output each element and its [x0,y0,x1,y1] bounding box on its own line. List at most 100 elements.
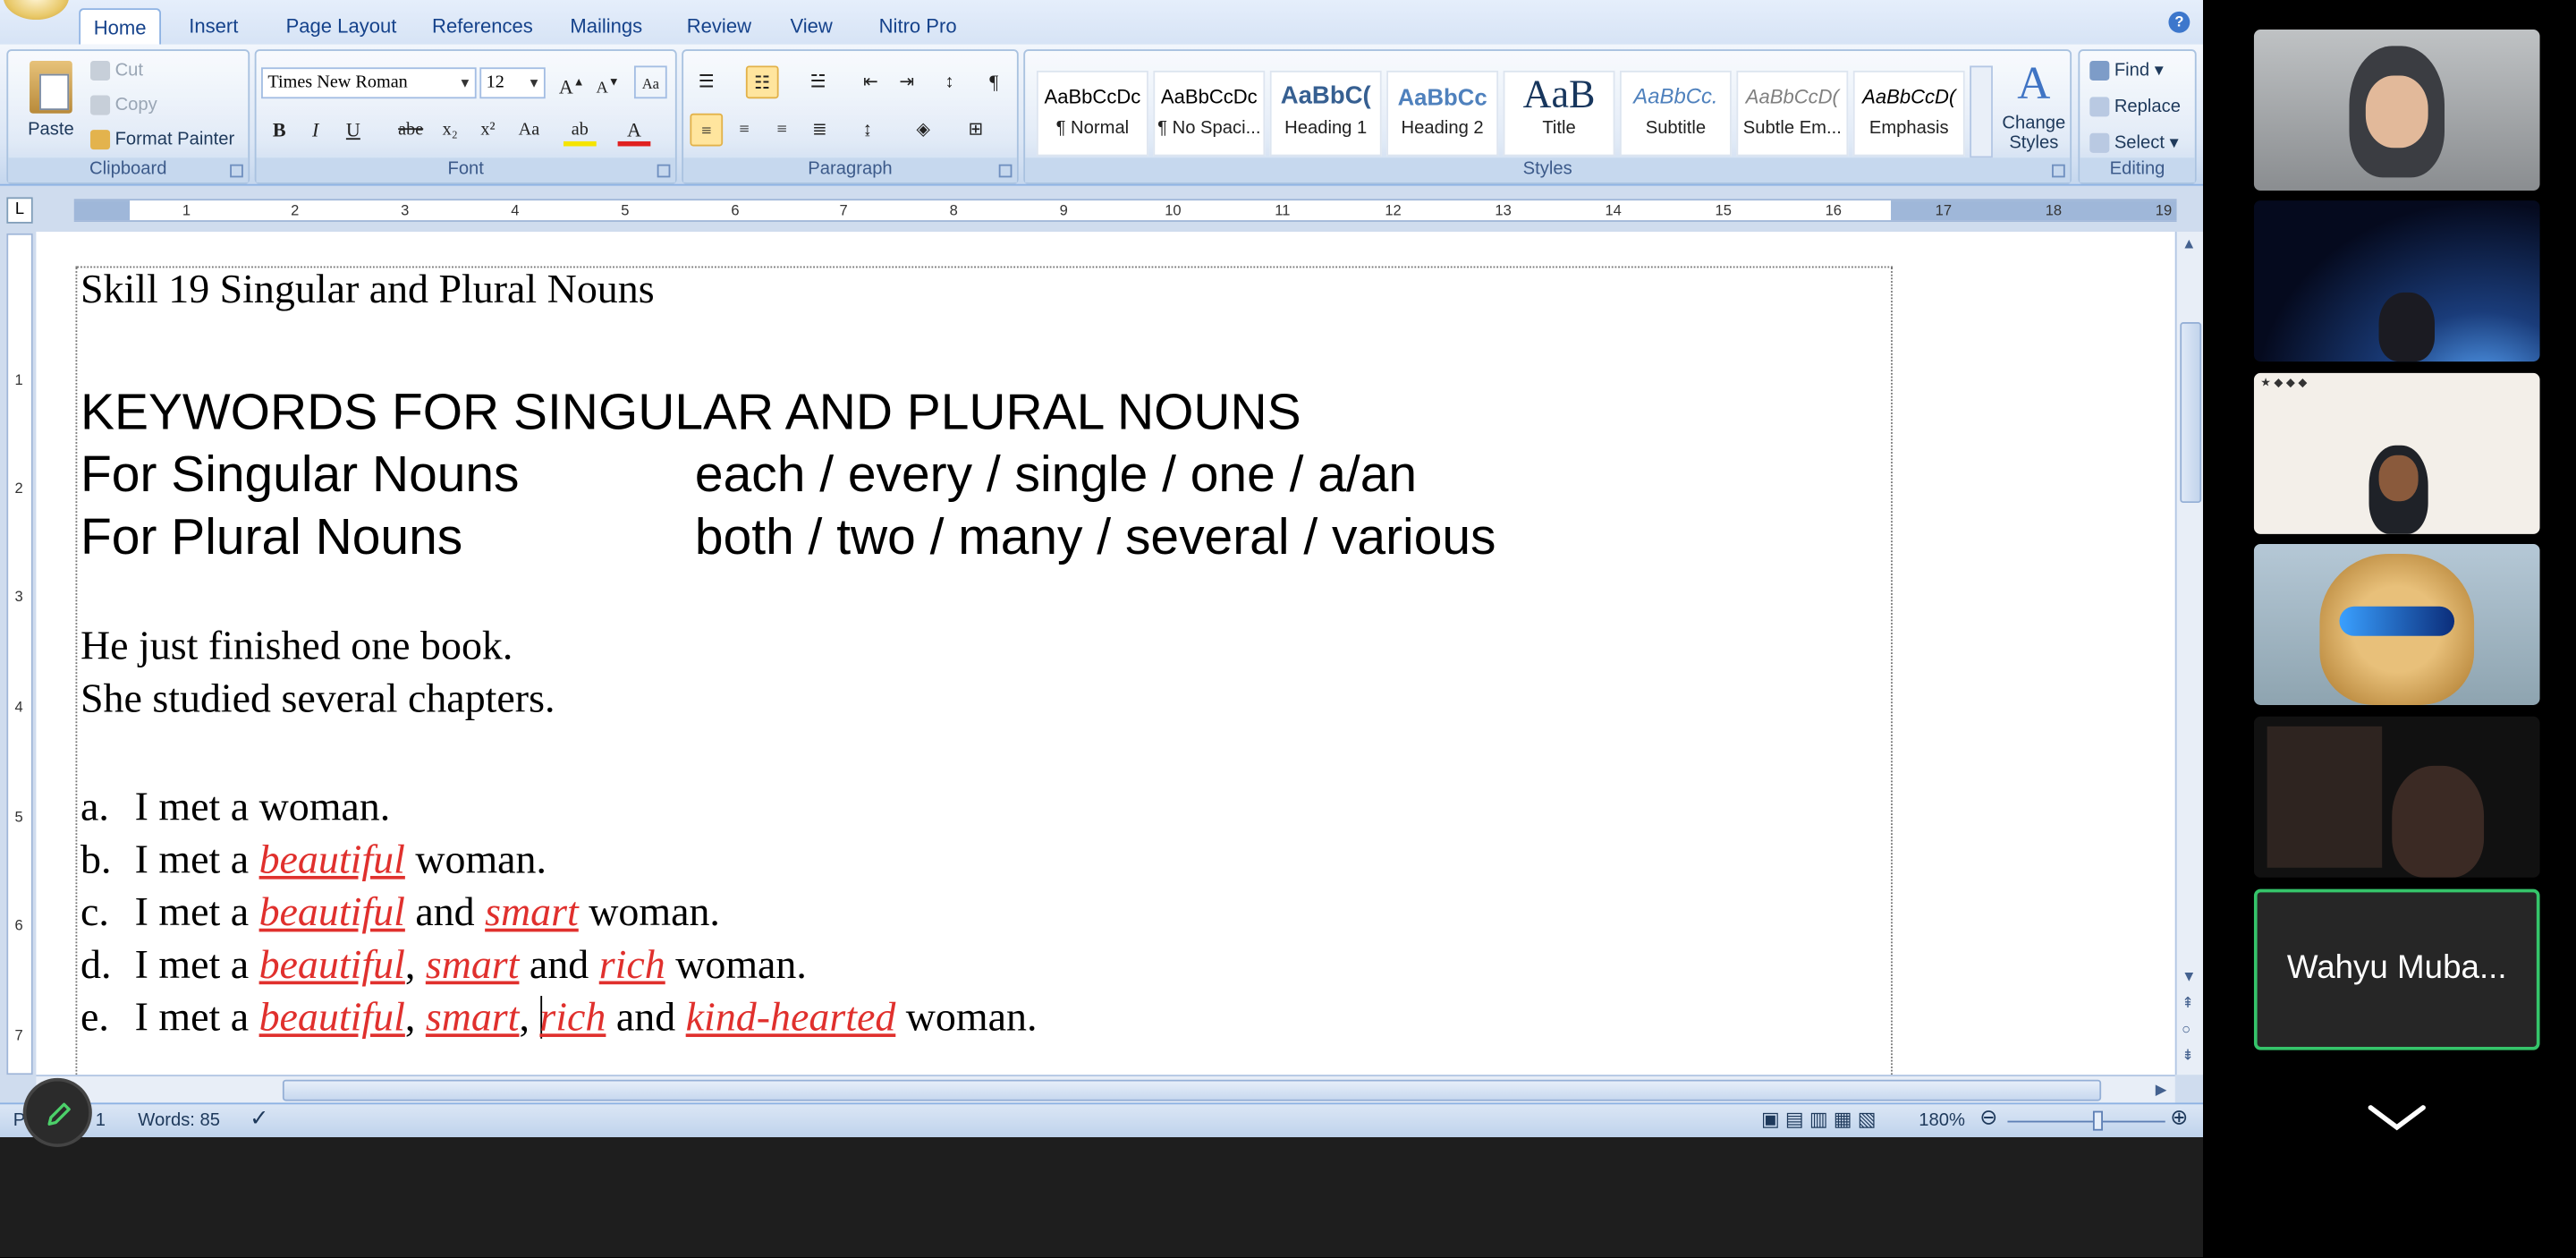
vertical-ruler[interactable]: 1 2 3 4 5 6 7 [6,233,33,1075]
strikethrough-icon[interactable]: abe [394,114,428,147]
style-subtitle[interactable]: AaBbCc. Subtitle [1619,70,1732,157]
superscript-icon[interactable]: x² [471,114,504,147]
align-left-icon[interactable]: ≡ [690,113,724,147]
paragraph-launcher-icon[interactable] [998,164,1013,178]
font-size-select[interactable]: 12 ▼ [479,67,546,99]
zoom-slider-thumb[interactable] [2092,1110,2103,1131]
clear-formatting-icon[interactable]: Aa [633,65,667,99]
tab-references[interactable]: References [419,8,546,44]
clipboard-launcher-icon[interactable] [230,164,243,178]
italic-icon[interactable]: I [299,114,332,147]
tab-view[interactable]: View [777,8,846,44]
font-family-select[interactable]: Times New Roman ▼ [261,67,477,99]
style-title[interactable]: AaB Title [1503,70,1615,157]
decrease-indent-icon[interactable]: ⇤ [854,65,887,98]
paste-button[interactable]: Paste [21,57,80,163]
horizontal-ruler[interactable]: L 1 2 3 4 5 6 7 8 9 10 11 12 13 14 15 16 [0,189,2204,229]
styles-launcher-icon[interactable] [2052,164,2065,178]
change-styles-button[interactable]: A Change Styles [1997,57,2070,153]
proofing-icon[interactable]: ✓ [250,1106,269,1129]
style-subtle-emphasis[interactable]: AaBbCcD(Subtle Em... [1736,70,1849,157]
word-count[interactable]: Words: 85 [138,1109,220,1133]
zoom-slider[interactable] [2007,1120,2165,1123]
sentence-text: I met a woman. [134,785,391,830]
style-normal[interactable]: AaBbCcDc ¶ Normal [1036,70,1148,157]
zoom-in-icon[interactable]: ⊕ [2170,1105,2188,1129]
numbering-icon[interactable]: ☷ [745,65,779,99]
next-page-icon[interactable]: ⇟ [2182,1047,2194,1065]
horizontal-scroll-thumb[interactable] [282,1079,2102,1101]
style-no-spacing[interactable]: AaBbCcDc ¶ No Spaci... [1153,70,1266,157]
line-spacing-icon[interactable]: ↨ [851,114,884,147]
text-box[interactable]: Skill 19 Singular and Plural Nouns KEYWO… [75,266,1893,1075]
font-color-icon[interactable]: A [617,114,651,147]
styles-scroll[interactable] [1970,65,1993,158]
find-button[interactable]: Find ▾ [2089,57,2164,83]
increase-indent-icon[interactable]: ⇥ [890,65,923,98]
tab-mailings[interactable]: Mailings [557,8,656,44]
style-preview: AaBbCcD( [1745,85,1839,109]
zoom-out-icon[interactable]: ⊖ [1979,1105,1997,1129]
style-heading-1[interactable]: AaBbC(Heading 1 [1269,70,1382,157]
annotate-pencil-button[interactable] [22,1077,92,1148]
participant-name-tile[interactable]: Wahyu Muba... [2253,888,2540,1050]
justify-icon[interactable]: ≣ [803,114,836,147]
font-launcher-icon[interactable] [657,164,671,178]
participant-name: Wahyu Muba... [2286,949,2507,987]
scroll-up-icon[interactable]: ▲ [2182,235,2196,251]
previous-page-icon[interactable]: ⇞ [2182,994,2194,1012]
participant-video-2[interactable] [2253,200,2540,362]
select-button[interactable]: Select ▾ [2089,130,2179,156]
shrink-font-icon[interactable]: A▼ [591,65,624,98]
scroll-right-icon[interactable]: ▶ [2156,1082,2167,1100]
zoom-level[interactable]: 180% [1919,1109,1965,1133]
adjective: smart [425,996,520,1041]
grow-font-icon[interactable]: A▲ [555,65,589,98]
pilcrow-icon[interactable]: ¶ [978,65,1011,98]
participant-video-1[interactable] [2253,30,2540,191]
shading-icon[interactable]: ◈ [907,114,940,147]
sort-icon[interactable]: ↕ [933,65,966,98]
align-center-icon[interactable]: ≡ [728,114,761,147]
view-buttons[interactable]: ▣ ▤ ▥ ▦ ▧ [1761,1108,1877,1131]
replace-button[interactable]: Replace [2089,94,2181,120]
keywords-heading: KEYWORDS FOR SINGULAR AND PLURAL NOUNS [80,382,1301,441]
tab-home[interactable]: Home [79,8,162,45]
help-icon[interactable]: ? [2168,11,2190,33]
ribbon: Paste Cut Copy Format Painter Clipboard … [0,44,2204,186]
align-right-icon[interactable]: ≡ [766,114,799,147]
participant-video-4[interactable] [2253,543,2540,705]
multilevel-list-icon[interactable]: ☱ [801,65,835,98]
highlight-icon[interactable]: ab [563,114,597,147]
underline-icon[interactable]: U [337,114,370,147]
tab-selector-icon[interactable]: L [6,197,33,224]
vertical-scrollbar[interactable]: ▲ ▼ ⇞ ○ ⇟ [2174,231,2204,1075]
select-browse-object-icon[interactable]: ○ [2182,1021,2190,1037]
style-heading-2[interactable]: AaBbCc Heading 2 [1386,70,1499,157]
subscript-icon[interactable]: x₂ [434,114,467,147]
tab-page-layout[interactable]: Page Layout [273,8,410,44]
format-painter-button[interactable]: Format Painter [90,126,234,152]
vertical-scroll-thumb[interactable] [2180,321,2202,504]
participant-video-3[interactable]: ★ ◆ ◆ ◆ [2253,372,2540,534]
borders-icon[interactable]: ⊞ [960,114,993,147]
change-case-icon[interactable]: Aa [513,114,546,147]
tab-insert[interactable]: Insert [176,8,252,44]
scroll-down-icon[interactable]: ▼ [2182,968,2196,984]
office-button[interactable] [3,0,70,21]
document-area[interactable]: Skill 19 Singular and Plural Nouns KEYWO… [36,231,2175,1075]
cut-button[interactable]: Cut [90,57,143,83]
horizontal-scrollbar[interactable]: ▶ [36,1075,2175,1103]
style-name: Heading 2 [1401,118,1484,139]
editing-group: Find ▾ Replace Select ▾ Editing [2078,49,2197,184]
tab-nitro-pro[interactable]: Nitro Pro [866,8,970,44]
chevron-down-icon[interactable] [2368,1104,2427,1131]
participant-video-5[interactable] [2253,716,2540,878]
pencil-icon [47,1102,71,1126]
bullets-icon[interactable]: ☰ [690,65,723,98]
tab-review[interactable]: Review [674,8,765,44]
style-emphasis[interactable]: AaBbCcD(Emphasis [1852,70,1965,157]
participant-face [2378,455,2419,502]
bold-icon[interactable]: B [263,114,296,147]
copy-button[interactable]: Copy [90,92,157,118]
